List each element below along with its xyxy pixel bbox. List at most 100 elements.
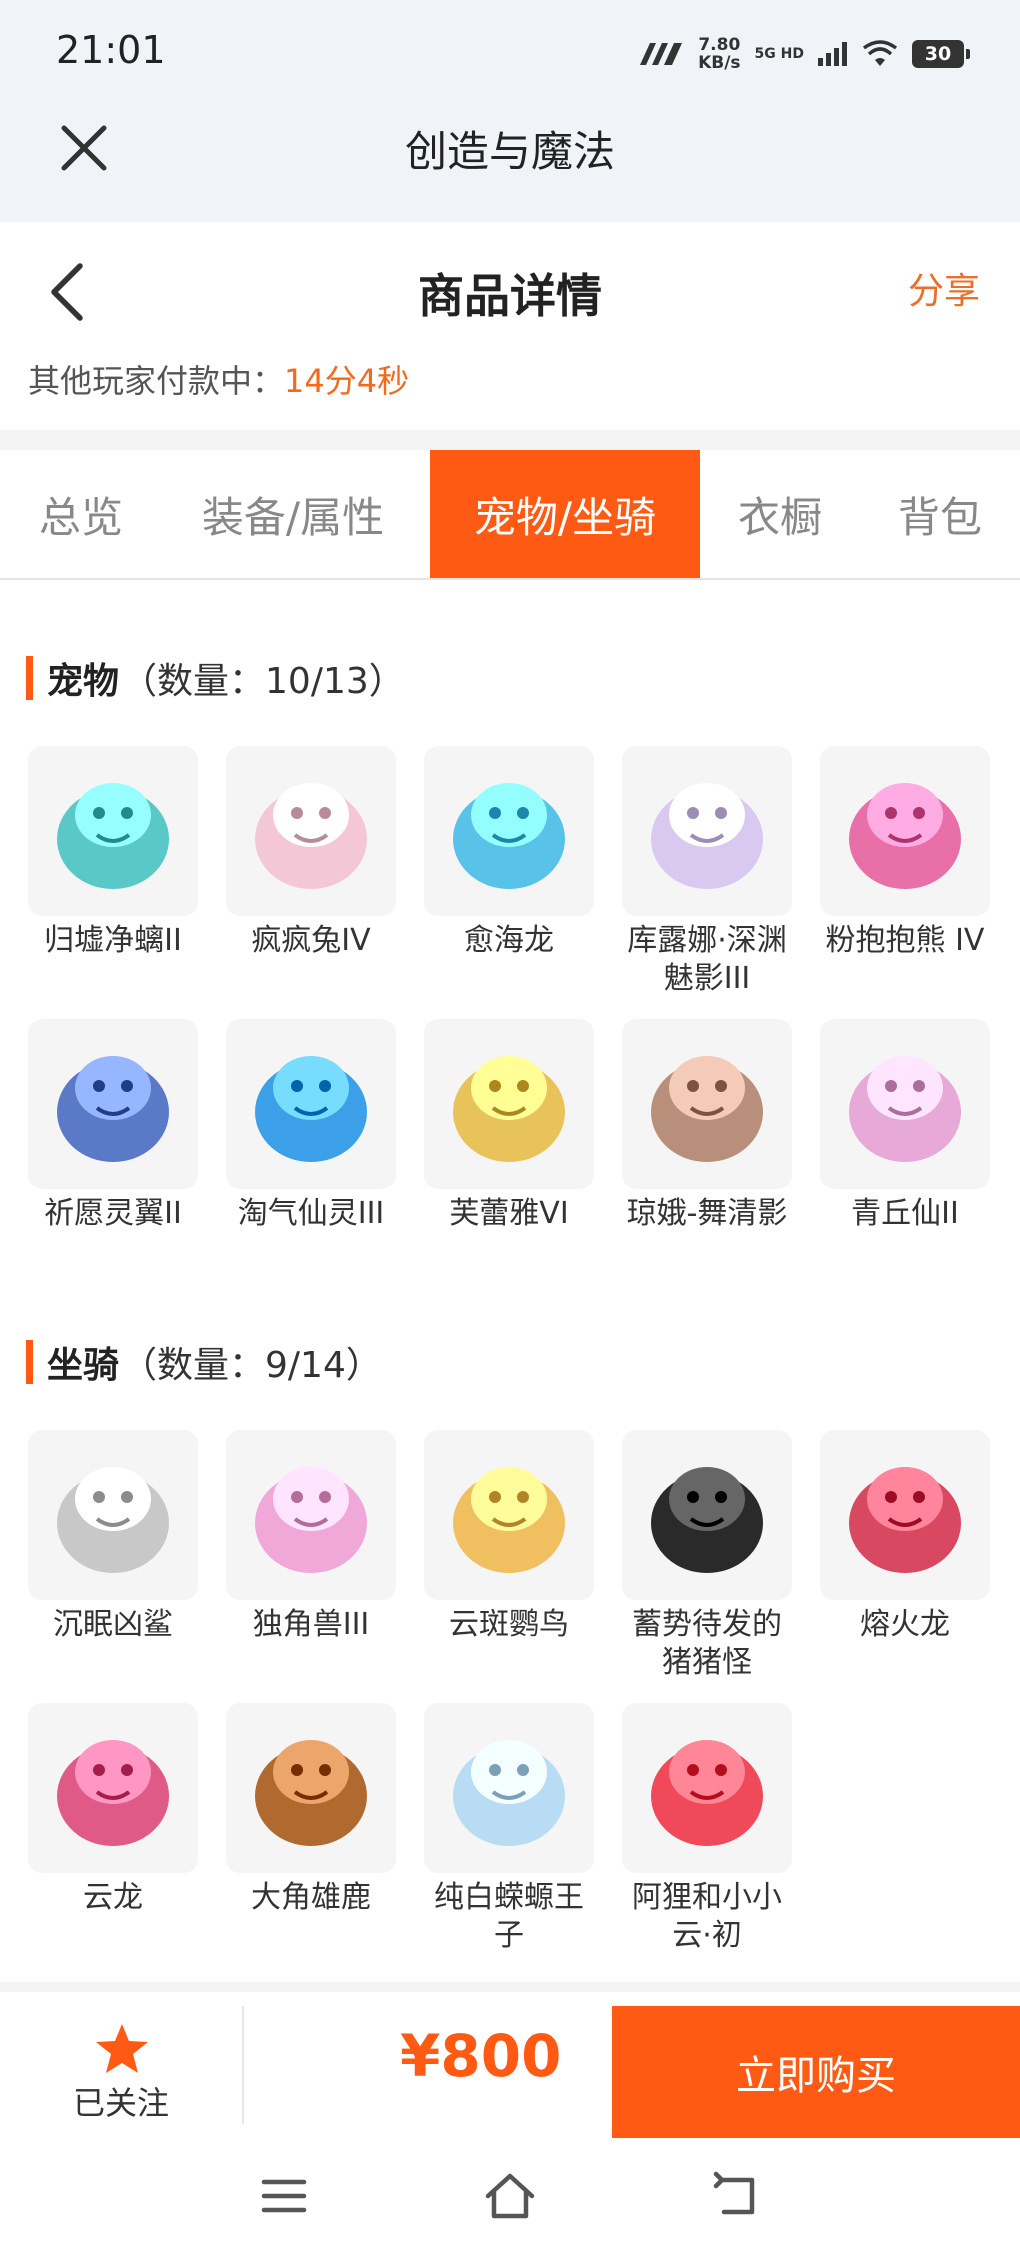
item-thumbnail xyxy=(622,746,792,916)
app-title: 创造与魔法 xyxy=(404,127,615,176)
item-thumbnail xyxy=(226,1019,396,1189)
item-name: 琼娥-舞清影 xyxy=(626,1196,788,1231)
grid-item[interactable]: 归墟净螭II xyxy=(28,746,198,960)
ice-dragon-icon xyxy=(453,783,565,889)
grid-item[interactable]: 云斑鹦鸟 xyxy=(424,1430,594,1644)
price: ¥800 xyxy=(400,2022,562,2090)
grid-item[interactable]: 纯白蝾螈王子 xyxy=(424,1703,594,1955)
menu-icon[interactable] xyxy=(258,2170,310,2222)
item-thumbnail xyxy=(622,1703,792,1873)
header: 商品详情 分享 其他玩家付款中：14分4秒 xyxy=(0,222,1020,430)
bottom-divider-vertical xyxy=(242,2006,244,2124)
item-thumbnail xyxy=(424,1703,594,1873)
item-thumbnail xyxy=(424,1430,594,1600)
item-name: 芙蕾雅VI xyxy=(449,1196,569,1231)
item-name: 粉抱抱熊 IV xyxy=(825,923,985,958)
paying-timer: 14分4秒 xyxy=(284,362,410,400)
section-accent-bar xyxy=(26,1340,33,1384)
grid-item[interactable]: 祈愿灵翼II xyxy=(28,1019,198,1233)
pets-section-header: 宠物 （数量：10/13） xyxy=(26,652,405,704)
item-thumbnail xyxy=(226,1703,396,1873)
item-name: 云龙 xyxy=(83,1880,143,1915)
bear-icon xyxy=(849,783,961,889)
pets-count: （数量：10/13） xyxy=(121,661,405,702)
back-nav-icon[interactable] xyxy=(712,2170,764,2222)
item-name: 独角兽III xyxy=(252,1607,370,1642)
grid-item[interactable]: 库露娜·深渊魅影III xyxy=(622,746,792,998)
grid-item[interactable]: 粉抱抱熊 IV xyxy=(820,746,990,960)
unicorn-icon xyxy=(255,1467,367,1573)
fairy-icon xyxy=(651,783,763,889)
item-thumbnail xyxy=(28,1430,198,1600)
page-title: 商品详情 xyxy=(418,269,602,323)
item-thumbnail xyxy=(820,1019,990,1189)
share-button[interactable]: 分享 xyxy=(908,262,980,314)
item-thumbnail xyxy=(28,1703,198,1873)
grid-item[interactable]: 熔火龙 xyxy=(820,1430,990,1644)
item-thumbnail xyxy=(28,1019,198,1189)
tab-backpack[interactable]: 背包 xyxy=(870,450,1010,578)
top-area: 21:01 7.80 KB/s 5G HD 30 创造与魔法 xyxy=(0,0,1020,222)
item-thumbnail xyxy=(622,1019,792,1189)
item-thumbnail xyxy=(226,1430,396,1600)
paying-label: 其他玩家付款中： xyxy=(28,362,285,400)
sea-dragon-icon xyxy=(57,783,169,889)
grid-item[interactable]: 沉眠凶鲨 xyxy=(28,1430,198,1644)
buy-now-button[interactable]: 立即购买 xyxy=(612,2006,1020,2138)
follow-button[interactable]: 已关注 xyxy=(0,1992,242,2138)
item-name: 归墟净螭II xyxy=(44,923,182,958)
status-icons: 7.80 KB/s 5G HD 30 xyxy=(638,32,970,76)
item-name: 蓄势待发的猪猪怪 xyxy=(632,1607,782,1680)
grid-item[interactable]: 愈海龙 xyxy=(424,746,594,960)
grid-item[interactable]: 琼娥-舞清影 xyxy=(622,1019,792,1233)
grid-item[interactable]: 芙蕾雅VI xyxy=(424,1019,594,1233)
fox-fairy-icon xyxy=(849,1056,961,1162)
tab-equipment[interactable]: 装备/属性 xyxy=(180,450,406,578)
shark-icon xyxy=(57,1467,169,1573)
grid-item[interactable]: 云龙 xyxy=(28,1703,198,1917)
item-thumbnail xyxy=(622,1430,792,1600)
pets-title: 宠物 xyxy=(47,661,120,702)
speed-unit: KB/s xyxy=(698,53,741,73)
tab-overview[interactable]: 总览 xyxy=(8,450,154,578)
item-name: 阿狸和小小云·初 xyxy=(632,1880,782,1953)
stag-icon xyxy=(255,1740,367,1846)
puppy-icon xyxy=(255,1056,367,1162)
rabbit-icon xyxy=(255,783,367,889)
item-name: 大角雄鹿 xyxy=(251,1880,371,1915)
wifi-icon xyxy=(862,40,898,66)
system-nav-bar xyxy=(0,2138,1020,2255)
mounts-section-header: 坐骑 （数量：9/14） xyxy=(26,1336,382,1388)
signal-icon xyxy=(818,42,847,66)
grid-item[interactable]: 青丘仙II xyxy=(820,1019,990,1233)
grid-item[interactable]: 淘气仙灵III xyxy=(226,1019,396,1233)
tab-pets-mounts[interactable]: 宠物/坐骑 xyxy=(430,450,700,578)
item-name: 愈海龙 xyxy=(464,923,554,958)
item-thumbnail xyxy=(28,746,198,916)
item-name: 云斑鹦鸟 xyxy=(449,1607,569,1642)
home-icon[interactable] xyxy=(484,2170,536,2222)
grid-item[interactable]: 蓄势待发的猪猪怪 xyxy=(622,1430,792,1682)
grid-item[interactable]: 大角雄鹿 xyxy=(226,1703,396,1917)
grid-item[interactable]: 阿狸和小小云·初 xyxy=(622,1703,792,1955)
item-name: 纯白蝾螈王子 xyxy=(434,1880,584,1953)
item-thumbnail xyxy=(820,746,990,916)
item-name: 祈愿灵翼II xyxy=(44,1196,182,1231)
tab-wardrobe[interactable]: 衣橱 xyxy=(720,450,840,578)
item-thumbnail xyxy=(424,746,594,916)
item-thumbnail xyxy=(226,746,396,916)
section-accent-bar xyxy=(26,656,33,700)
item-name: 疯疯兔IV xyxy=(251,923,371,958)
axolotl-icon xyxy=(453,1740,565,1846)
follow-label: 已关注 xyxy=(72,2084,169,2122)
network-speed: 7.80 KB/s xyxy=(698,36,740,72)
network-type: 5G HD xyxy=(754,46,804,62)
fire-dragon-icon xyxy=(849,1467,961,1573)
mounts-title: 坐骑 xyxy=(47,1345,120,1386)
grid-item[interactable]: 疯疯兔IV xyxy=(226,746,396,960)
item-name: 库露娜·深渊魅影III xyxy=(627,923,787,996)
grid-item[interactable]: 独角兽III xyxy=(226,1430,396,1644)
item-thumbnail xyxy=(820,1430,990,1600)
item-name: 淘气仙灵III xyxy=(237,1196,385,1231)
item-name: 熔火龙 xyxy=(860,1607,950,1642)
